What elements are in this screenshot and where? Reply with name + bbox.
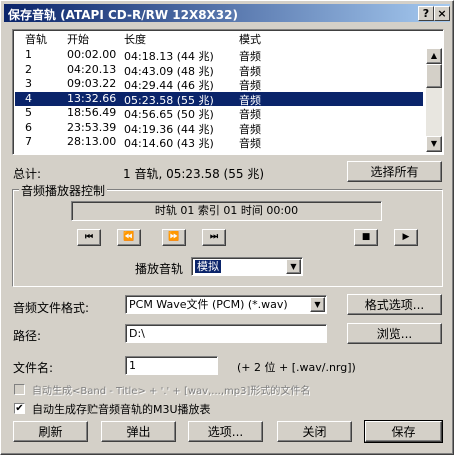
- table-cell: 4: [25, 91, 32, 105]
- player-display: 时轨 01 索引 01 时间 00:00: [71, 201, 382, 221]
- stop-icon: ■: [361, 232, 371, 242]
- browse-button[interactable]: 浏览...: [347, 323, 442, 344]
- save-button[interactable]: 保存: [365, 421, 442, 442]
- rewind-button[interactable]: ⏪: [117, 229, 141, 246]
- column-header-mode: 模式: [239, 33, 261, 46]
- options-button[interactable]: 选项...: [188, 421, 263, 442]
- scroll-up-icon[interactable]: ▲: [426, 48, 442, 64]
- m3u-label: 自动生成存贮音频音轨的M3U播放表: [32, 403, 211, 416]
- table-row[interactable]: 7 28:13.00 04:14.60 (43 兆) 音频: [15, 135, 423, 150]
- table-cell: 28:13.00: [67, 135, 117, 148]
- auto-name-label: 自动生成<Band - Title> + '.' + [wav,...,mp3]…: [32, 386, 311, 397]
- format-options-button[interactable]: 格式选项...: [347, 294, 442, 315]
- table-cell: 音频: [239, 137, 261, 150]
- close-window-button[interactable]: ×: [434, 6, 450, 21]
- column-header-start: 开始: [67, 33, 89, 46]
- eject-button[interactable]: 弹出: [101, 421, 176, 442]
- format-label: 音频文件格式:: [13, 301, 90, 315]
- table-cell: 04:14.60 (43 兆): [124, 137, 214, 150]
- table-cell: 00:02.00: [67, 48, 117, 61]
- table-cell: 18:56.49: [67, 106, 117, 119]
- select-all-button[interactable]: 选择所有: [347, 161, 442, 182]
- total-value: 1 音轨, 05:23.58 (55 兆): [123, 167, 265, 181]
- track-list-scrollbar[interactable]: ▲ ▼: [426, 48, 442, 152]
- track-list-header: 音轨 开始 长度 模式: [13, 30, 433, 46]
- table-row[interactable]: 1 00:02.00 04:18.13 (44 兆) 音频: [15, 48, 423, 63]
- play-button[interactable]: ▶: [394, 229, 418, 246]
- save-tracks-dialog: 保存音轨 (ATAPI CD-R/RW 12X8X32) ? × 音轨 开始 长…: [0, 0, 454, 455]
- total-label: 总计:: [13, 167, 42, 181]
- format-value: PCM Wave文件 (PCM) (*.wav): [129, 298, 288, 311]
- play-track-dropdown[interactable]: 模拟 ▼: [191, 257, 303, 276]
- fast-forward-button[interactable]: ⏩: [162, 229, 186, 246]
- next-icon: ⏭: [209, 232, 219, 242]
- help-button[interactable]: ?: [418, 6, 434, 21]
- checkmark-icon: ✔: [15, 403, 24, 414]
- play-track-value: 模拟: [195, 260, 221, 273]
- filename-input[interactable]: 1: [125, 356, 218, 375]
- format-dropdown[interactable]: PCM Wave文件 (PCM) (*.wav) ▼: [125, 295, 327, 314]
- track-list[interactable]: 音轨 开始 长度 模式 1 00:02.00 04:18.13 (44 兆) 音频 2 0…: [12, 29, 444, 155]
- audio-player-group-title: 音频播放器控制: [19, 182, 108, 199]
- table-cell: 13:32.66: [67, 91, 117, 105]
- path-label: 路径:: [13, 329, 42, 343]
- auto-name-checkbox[interactable]: [14, 384, 25, 395]
- window-title: 保存音轨 (ATAPI CD-R/RW 12X8X32): [8, 8, 238, 22]
- table-row[interactable]: 5 18:56.49 04:56.65 (50 兆) 音频: [15, 106, 423, 121]
- table-row[interactable]: 2 04:20.13 04:43.09 (48 兆) 音频: [15, 62, 423, 78]
- scroll-down-icon[interactable]: ▼: [426, 136, 442, 152]
- chevron-down-icon[interactable]: ▼: [310, 297, 325, 312]
- table-cell: 5: [25, 106, 32, 119]
- table-row[interactable]: 3 09:03.22 04:29.44 (46 兆) 音频: [15, 77, 423, 92]
- play-icon: ▶: [402, 232, 410, 242]
- path-input[interactable]: D:\: [125, 324, 327, 343]
- close-button[interactable]: 关闭: [277, 421, 352, 442]
- refresh-button[interactable]: 刷新: [13, 421, 88, 442]
- title-bar: 保存音轨 (ATAPI CD-R/RW 12X8X32) ? ×: [4, 4, 450, 22]
- filename-suffix: (+ 2 位 + [.wav/.nrg]): [237, 361, 356, 374]
- stop-button[interactable]: ■: [354, 229, 378, 246]
- chevron-down-icon[interactable]: ▼: [286, 259, 301, 274]
- previous-icon: ⏮: [84, 232, 94, 242]
- table-cell: 1: [25, 48, 32, 61]
- m3u-checkbox[interactable]: ✔: [14, 403, 25, 414]
- play-track-label: 播放音轨: [135, 262, 184, 276]
- table-row[interactable]: 6 23:53.39 04:19.36 (44 兆) 音频: [15, 120, 423, 136]
- rewind-icon: ⏪: [123, 232, 135, 242]
- fast-forward-icon: ⏩: [168, 232, 180, 242]
- next-track-button[interactable]: ⏭: [202, 229, 226, 246]
- table-cell: 23:53.39: [67, 120, 117, 134]
- table-cell: 6: [25, 120, 32, 134]
- column-header-length: 长度: [124, 33, 146, 46]
- column-header-track: 音轨: [25, 33, 47, 46]
- table-cell: 09:03.22: [67, 77, 117, 90]
- table-row[interactable]: 4 13:32.66 05:23.58 (55 兆) 音频: [15, 91, 423, 107]
- scroll-thumb[interactable]: [426, 64, 442, 88]
- previous-track-button[interactable]: ⏮: [77, 229, 101, 246]
- filename-label: 文件名:: [13, 361, 54, 375]
- table-cell: 2: [25, 62, 32, 76]
- table-cell: 04:20.13: [67, 62, 117, 76]
- table-cell: 7: [25, 135, 32, 148]
- table-cell: 3: [25, 77, 32, 90]
